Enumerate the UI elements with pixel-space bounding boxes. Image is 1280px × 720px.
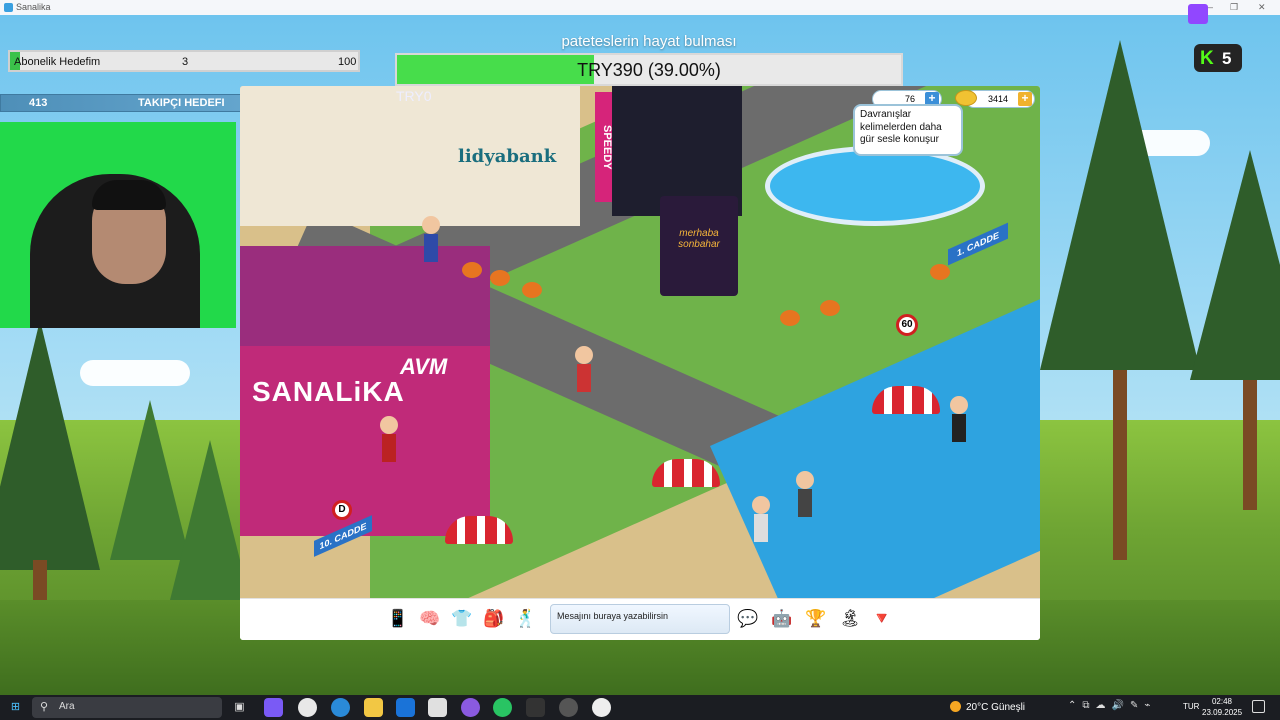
window-titlebar: Sanalika — ❐ ✕ [0,0,1280,15]
subscriber-goal-bar: Abonelik Hedefim 3 100 [8,50,360,72]
player-avatar[interactable] [752,496,770,542]
task-view-icon[interactable]: ▣ [230,698,249,717]
follower-goal-current: 413 [29,97,48,109]
sun-icon [950,701,961,712]
file-explorer-icon[interactable] [364,698,383,717]
pine-tree [0,320,100,570]
pool [765,146,985,226]
donation-goal-title: pateteslerin hayat bulması [561,33,737,50]
bank-name: lidyabank [458,146,557,167]
chat-bubbles-icon[interactable]: 💬 [736,607,760,631]
game-window[interactable]: lidyabank SPEEDY merhaba sonbahar SANALi… [240,86,1040,640]
robot-icon[interactable]: 🤖 [770,607,794,631]
tree-trunk [1243,380,1257,510]
clock-time: 02:48 [1211,697,1233,706]
tree-trunk [1113,370,1127,560]
chat-placeholder: Mesajını buraya yazabilirsin [557,611,669,621]
kick-viewer-count: 5 [1222,49,1232,68]
game-toolbar: 📱 🧠 👕 🎒 🕺 Mesajını buraya yazabilirsin 💬… [240,598,1040,640]
pumpkin [930,264,950,280]
clock[interactable]: 02:48 23.09.2025 [1202,696,1242,718]
weather-widget[interactable]: 20°C Güneşli [950,701,1025,713]
twitch-icon [1188,4,1208,24]
autumn-sign[interactable]: merhaba sonbahar [660,196,738,296]
add-coins-button[interactable]: + [1018,92,1032,106]
discord-icon[interactable] [461,698,480,717]
donation-currency-label: TRY0 [396,88,432,104]
gem-icon[interactable]: 🔻 [870,607,894,631]
pumpkin [462,262,482,278]
maximize-button[interactable]: ❐ [1230,0,1238,15]
coin-icon [955,90,977,106]
npc-avatar[interactable] [380,416,398,462]
obs-icon[interactable] [559,698,578,717]
taskbar-search[interactable]: ⚲ Ara [32,697,222,718]
app-icon [4,3,13,12]
game-scene[interactable]: lidyabank SPEEDY merhaba sonbahar SANALi… [240,86,1040,598]
close-button[interactable]: ✕ [1258,0,1266,15]
pine-tree [1040,40,1200,370]
player-avatar[interactable] [950,396,968,442]
sanalika-app-icon[interactable] [592,698,611,717]
language-indicator[interactable]: TUR [1183,702,1199,711]
weather-text: 20°C Güneşli [966,702,1026,713]
beach-umbrella [652,459,720,487]
beach-umbrella [872,386,940,414]
window-title: Sanalika [16,2,51,12]
search-placeholder: Ara [59,701,75,712]
pumpkin [780,310,800,326]
outlook-icon[interactable] [396,698,415,717]
mall-name: SANALiKA [252,376,405,407]
subscriber-goal-target: 100 [338,56,357,68]
edge-icon[interactable] [331,698,350,717]
taskbar: ⊞ ⚲ Ara ▣ 20°C Güneşli ⌃⧉☁🔊✎⌁ TUR 02:48 … [0,695,1280,720]
island-icon[interactable]: 🏝 [838,607,862,631]
donation-goal-amount: TRY390 (39.00%) [577,60,721,80]
mall-roof [240,246,490,346]
backpack-icon[interactable]: 🎒 [482,607,506,631]
dance-icon[interactable]: 🕺 [514,607,538,631]
player-avatar[interactable] [575,346,593,392]
kick-icon: K [1200,48,1214,69]
subscriber-goal-current: 3 [182,56,189,68]
whatsapp-icon[interactable] [493,698,512,717]
subscriber-goal-label: Abonelik Hedefim [14,56,101,68]
chat-input[interactable]: Mesajını buraya yazabilirsin [550,604,730,634]
pine-tree [1190,150,1280,380]
pumpkin [820,300,840,316]
epic-games-icon[interactable] [526,698,545,717]
webcam-feed [0,122,236,328]
beach-umbrella [445,516,513,544]
pumpkin [490,270,510,286]
tip-tooltip: Davranışlar kelimelerden daha gür sesle … [853,104,963,156]
search-icon: ⚲ [40,701,49,713]
chrome-icon[interactable] [298,698,317,717]
kick-viewer-badge: K 5 [1194,44,1242,72]
copilot-icon[interactable] [264,698,283,717]
speedy-sign: SPEEDY [595,92,613,202]
coin-count: 3414 [988,94,1009,104]
mall-suffix: AVM [400,354,448,379]
parking-sign: D [332,500,352,520]
follower-goal-label: TAKIPÇI HEDEFI [138,97,225,109]
windows-start-icon[interactable]: ⊞ [6,698,25,717]
notification-icon[interactable] [1252,700,1265,713]
player-avatar[interactable] [796,471,814,517]
trophy-icon[interactable]: 🏆 [804,607,828,631]
npc-police-avatar[interactable] [422,216,440,262]
store-icon[interactable] [428,698,447,717]
clothes-icon[interactable]: 👕 [450,607,474,631]
clock-date: 23.09.2025 [1202,708,1243,717]
phone-icon[interactable]: 📱 [386,607,410,631]
streamer-hair [92,180,166,210]
brain-icon[interactable]: 🧠 [418,607,442,631]
pine-tree [170,440,250,600]
speed-limit-sign: 60 [896,314,918,336]
donation-goal-bar: TRY390 (39.00%) [395,53,903,86]
system-tray[interactable]: ⌃⧉☁🔊✎⌁ [1068,700,1156,711]
pumpkin [522,282,542,298]
